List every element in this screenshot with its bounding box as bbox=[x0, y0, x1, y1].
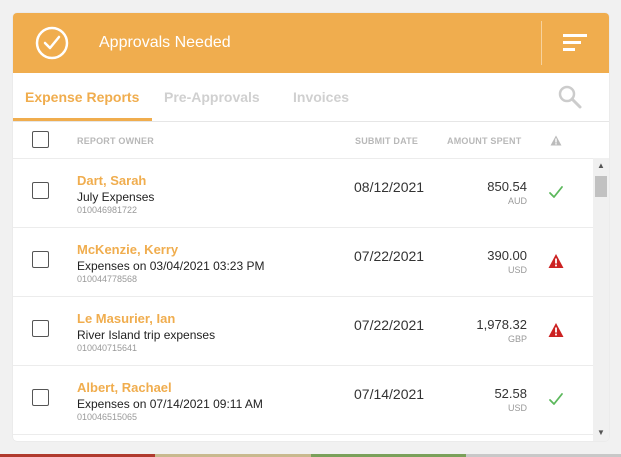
column-header-owner[interactable]: REPORT OWNER bbox=[77, 136, 154, 146]
submit-date: 08/12/2021 bbox=[354, 179, 425, 195]
active-tab-indicator bbox=[13, 118, 152, 121]
report-title: River Island trip expenses bbox=[77, 328, 216, 342]
scrollbar-thumb[interactable] bbox=[595, 176, 607, 197]
report-title: Expenses on 03/04/2021 03:23 PM bbox=[77, 259, 265, 273]
approvals-card: Approvals Needed Expense Reports Pre-App… bbox=[13, 13, 609, 441]
tab-invoices[interactable]: Invoices bbox=[293, 89, 349, 105]
warning-icon bbox=[548, 254, 564, 268]
report-owner[interactable]: Albert, Rachael bbox=[77, 380, 172, 395]
vertical-scrollbar[interactable]: ▲ ▼ bbox=[593, 158, 609, 441]
check-icon bbox=[549, 393, 563, 405]
report-id: 010044778568 bbox=[77, 274, 138, 284]
amount-spent: 1,978.32 bbox=[476, 317, 527, 332]
search-icon[interactable] bbox=[557, 84, 583, 110]
row-checkbox[interactable] bbox=[32, 251, 49, 268]
row-checkbox[interactable] bbox=[32, 389, 49, 406]
row-checkbox[interactable] bbox=[32, 320, 49, 337]
column-header-amount[interactable]: AMOUNT SPENT bbox=[447, 136, 521, 146]
check-icon bbox=[549, 186, 563, 198]
report-id: 010046515065 bbox=[77, 412, 138, 422]
column-header-date[interactable]: SUBMIT DATE bbox=[355, 136, 418, 146]
sort-menu-icon[interactable] bbox=[561, 31, 589, 55]
report-owner[interactable]: Dart, Sarah bbox=[77, 173, 146, 188]
scroll-down-arrow-icon[interactable]: ▼ bbox=[593, 427, 609, 439]
table-row[interactable]: Dart, Sarah July Expenses 010046981722 0… bbox=[13, 158, 593, 228]
check-circle-icon bbox=[35, 26, 69, 60]
report-id: 010040715641 bbox=[77, 343, 138, 353]
amount-spent: 390.00 bbox=[487, 248, 527, 263]
currency-code: USD bbox=[507, 265, 527, 275]
report-owner[interactable]: Le Masurier, Ian bbox=[77, 311, 175, 326]
submit-date: 07/22/2021 bbox=[354, 248, 425, 264]
report-list: Dart, Sarah July Expenses 010046981722 0… bbox=[13, 158, 593, 441]
currency-code: AUD bbox=[507, 196, 527, 206]
warning-icon bbox=[548, 323, 564, 337]
submit-date: 07/22/2021 bbox=[354, 317, 425, 333]
header-divider bbox=[541, 21, 542, 65]
select-all-checkbox[interactable] bbox=[32, 131, 49, 148]
amount-spent: 52.58 bbox=[494, 386, 527, 401]
row-checkbox[interactable] bbox=[32, 182, 49, 199]
report-title: Expenses on 07/14/2021 09:11 AM bbox=[77, 397, 263, 411]
report-id: 010046981722 bbox=[77, 205, 138, 215]
scroll-up-arrow-icon[interactable]: ▲ bbox=[593, 160, 609, 172]
report-owner[interactable]: McKenzie, Kerry bbox=[77, 242, 178, 257]
submit-date: 07/14/2021 bbox=[354, 386, 425, 402]
currency-code: USD bbox=[507, 403, 527, 413]
column-header-row: REPORT OWNER SUBMIT DATE AMOUNT SPENT bbox=[13, 122, 609, 159]
table-row[interactable]: Le Masurier, Ian River Island trip expen… bbox=[13, 296, 593, 366]
warning-icon bbox=[550, 135, 562, 146]
tab-pre-approvals[interactable]: Pre-Approvals bbox=[164, 89, 260, 105]
table-row[interactable]: McKenzie, Kerry Expenses on 03/04/2021 0… bbox=[13, 227, 593, 297]
tab-expense-reports[interactable]: Expense Reports bbox=[25, 89, 139, 105]
amount-spent: 850.54 bbox=[487, 179, 527, 194]
table-row[interactable]: Albert, Rachael Expenses on 07/14/2021 0… bbox=[13, 365, 593, 435]
currency-code: GBP bbox=[507, 334, 527, 344]
report-title: July Expenses bbox=[77, 190, 155, 204]
tab-bar: Expense Reports Pre-Approvals Invoices bbox=[13, 73, 609, 122]
card-header: Approvals Needed bbox=[13, 13, 609, 73]
page-title: Approvals Needed bbox=[99, 34, 231, 51]
